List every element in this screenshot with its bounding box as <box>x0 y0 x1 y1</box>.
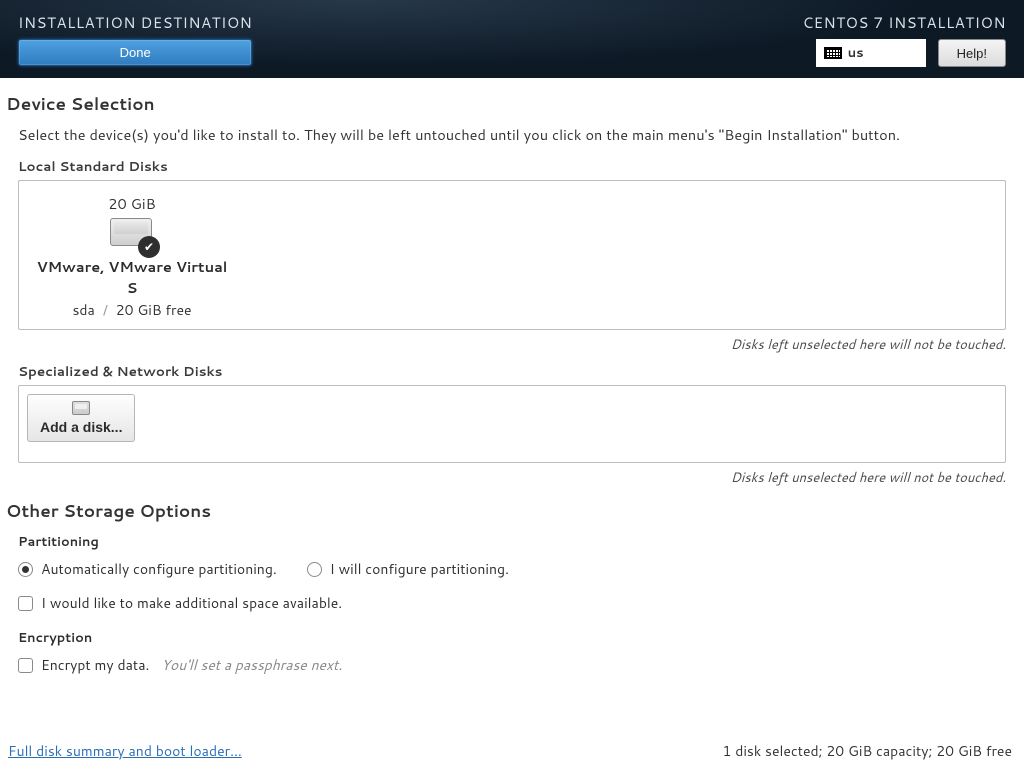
add-disk-label: Add a disk... <box>40 419 122 435</box>
specialized-disks-label: Specialized & Network Disks <box>6 362 1018 381</box>
local-disks-hint: Disks left unselected here will not be t… <box>6 330 1018 362</box>
disk-size: 20 GiB <box>108 193 155 214</box>
header-bar: INSTALLATION DESTINATION Done CENTOS 7 I… <box>0 0 1024 78</box>
additional-space-checkbox[interactable] <box>18 596 33 611</box>
selection-status: 1 disk selected; 20 GiB capacity; 20 GiB… <box>722 741 1012 761</box>
add-disk-button[interactable]: Add a disk... <box>27 394 135 442</box>
encrypt-checkbox[interactable] <box>18 658 33 673</box>
page-title: INSTALLATION DESTINATION <box>18 12 252 33</box>
manual-partition-label: I will configure partitioning. <box>330 559 509 579</box>
local-disks-container: 20 GiB VMware, VMware Virtual S sda/20 G… <box>18 180 1006 330</box>
help-button[interactable]: Help! <box>938 39 1006 67</box>
disk-selected-check-icon <box>138 236 160 258</box>
harddisk-icon <box>110 218 154 252</box>
specialized-disks-hint: Disks left unselected here will not be t… <box>6 463 1018 495</box>
additional-space-option[interactable]: I would like to make additional space av… <box>6 591 1018 615</box>
partitioning-label: Partitioning <box>18 533 1018 551</box>
encrypt-hint: You'll set a passphrase next. <box>161 655 342 675</box>
footer-bar: Full disk summary and boot loader... 1 d… <box>0 740 1024 768</box>
other-storage-heading: Other Storage Options <box>6 499 1018 523</box>
device-selection-instruction: Select the device(s) you'd like to insta… <box>6 124 1018 145</box>
disk-icon <box>72 401 90 415</box>
installer-title: CENTOS 7 INSTALLATION <box>803 12 1006 33</box>
device-selection-heading: Device Selection <box>6 92 1018 116</box>
encrypt-option[interactable]: Encrypt my data. You'll set a passphrase… <box>6 653 1018 677</box>
keyboard-icon <box>824 47 842 59</box>
encrypt-data-label: Encrypt my data. <box>41 655 149 675</box>
additional-space-label: I would like to make additional space av… <box>41 593 342 613</box>
disk-details: sda/20 GiB free <box>72 300 191 320</box>
manual-partition-radio[interactable] <box>307 562 322 577</box>
specialized-disks-container: Add a disk... <box>18 385 1006 463</box>
auto-partition-option[interactable]: Automatically configure partitioning. <box>18 557 289 581</box>
keyboard-layout-label: us <box>848 44 864 62</box>
local-disks-label: Local Standard Disks <box>6 157 1018 176</box>
disk-model: VMware, VMware Virtual S <box>31 256 233 298</box>
done-button[interactable]: Done <box>18 39 252 66</box>
keyboard-layout-indicator[interactable]: us <box>816 39 926 67</box>
disk-item[interactable]: 20 GiB VMware, VMware Virtual S sda/20 G… <box>27 189 237 324</box>
auto-partition-radio[interactable] <box>18 562 33 577</box>
auto-partition-label: Automatically configure partitioning. <box>41 559 277 579</box>
disk-summary-link[interactable]: Full disk summary and boot loader... <box>8 741 242 761</box>
manual-partition-option[interactable]: I will configure partitioning. <box>307 557 521 581</box>
encryption-label: Encryption <box>18 629 1018 647</box>
